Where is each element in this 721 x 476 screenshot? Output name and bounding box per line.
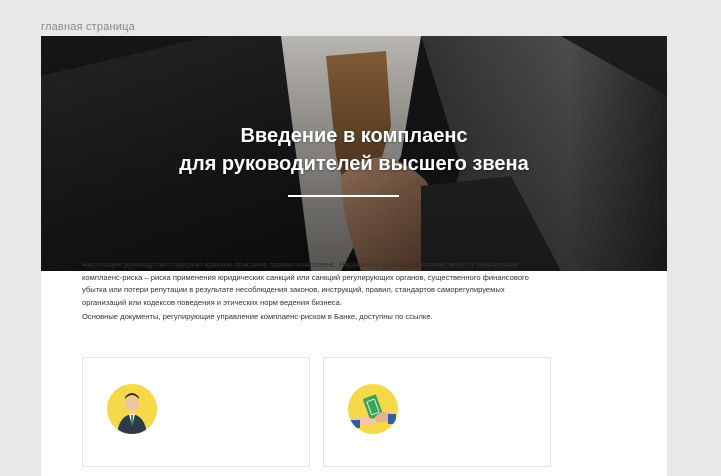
- card-money[interactable]: [323, 357, 551, 467]
- hero-title: Введение в комплаенс для руководителей в…: [41, 122, 667, 178]
- hero-title-line-1: Введение в комплаенс: [240, 125, 468, 147]
- businessman-icon: [107, 384, 157, 434]
- intro-paragraph: Настоящее руководство содержит краткое о…: [82, 260, 529, 307]
- hero-title-line-2: для руководителей высшего звена: [179, 153, 529, 175]
- hero-divider: [288, 195, 399, 197]
- hero-banner: Введение в комплаенс для руководителей в…: [41, 36, 667, 271]
- breadcrumb[interactable]: главная страница: [41, 21, 135, 33]
- intro-text: Настоящее руководство содержит краткое о…: [82, 259, 542, 326]
- card-businessman[interactable]: [82, 357, 310, 467]
- intro-paragraph-link[interactable]: Основные документы, регулирующие управле…: [82, 311, 542, 324]
- money-handshake-icon: [348, 384, 398, 434]
